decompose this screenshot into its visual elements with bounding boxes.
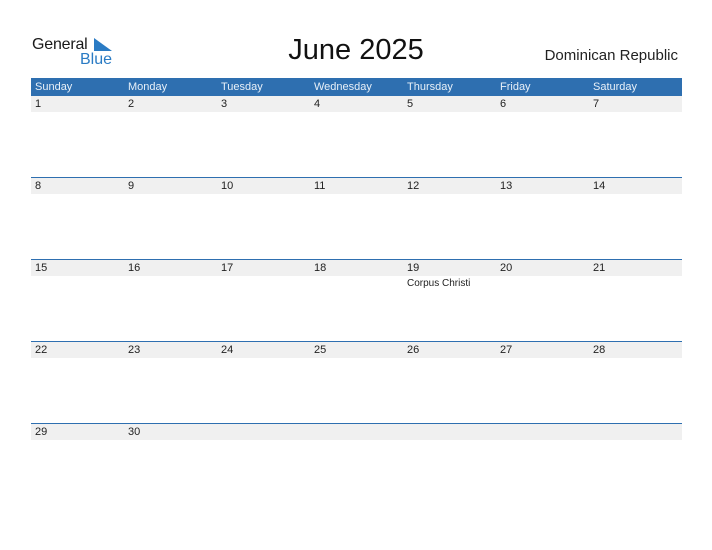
- day-number: 26: [407, 344, 420, 356]
- holiday-label: [403, 112, 496, 114]
- week-row: 22 23 24 25 26 27 28: [31, 341, 682, 423]
- day-number: 12: [407, 180, 420, 192]
- holiday-label: [124, 440, 217, 442]
- weekday-header: Sunday Monday Tuesday Wednesday Thursday…: [31, 78, 682, 96]
- day-number: 28: [593, 344, 606, 356]
- event-row: Corpus Christi: [31, 276, 682, 289]
- holiday-label: [217, 276, 310, 289]
- weekday-saturday: Saturday: [593, 81, 638, 93]
- holiday-label: [124, 112, 217, 114]
- day-number: 24: [221, 344, 234, 356]
- holiday-label: [310, 194, 403, 196]
- holiday-label: [403, 440, 496, 442]
- week-row: 29 30: [31, 423, 682, 505]
- event-row: [31, 112, 682, 114]
- holiday-label: [310, 112, 403, 114]
- day-number: 4: [314, 98, 321, 110]
- holiday-label: [589, 358, 682, 360]
- holiday-label: [217, 358, 310, 360]
- day-number: [217, 424, 310, 440]
- weekday-tuesday: Tuesday: [221, 81, 263, 93]
- weekday-friday: Friday: [500, 81, 531, 93]
- day-number: [496, 424, 589, 440]
- day-number: 5: [407, 98, 414, 110]
- day-number: 1: [35, 98, 42, 110]
- holiday-label: [31, 358, 124, 360]
- week-row: 1 2 3 4 5 6 7: [31, 96, 682, 177]
- weeks-container: 1 2 3 4 5 6 7 8 9 10 11 12 13 14 15 16 17 18 19 20 21 Corpus …: [31, 96, 682, 505]
- weekday-thursday: Thursday: [407, 81, 453, 93]
- day-number: 23: [128, 344, 141, 356]
- day-number: 20: [500, 262, 513, 274]
- event-row: [31, 358, 682, 360]
- holiday-label: [31, 276, 124, 289]
- calendar-grid: Sunday Monday Tuesday Wednesday Thursday…: [31, 78, 682, 505]
- holiday-label: [589, 112, 682, 114]
- day-number-row: 8 9 10 11 12 13 14: [31, 178, 682, 194]
- day-number: 30: [128, 426, 141, 438]
- day-number: 7: [593, 98, 600, 110]
- weekday-sunday: Sunday: [35, 81, 73, 93]
- holiday-label: [217, 112, 310, 114]
- holiday-label: [496, 440, 589, 442]
- event-row: [31, 440, 682, 442]
- day-number: 3: [221, 98, 228, 110]
- day-number-row: 15 16 17 18 19 20 21: [31, 260, 682, 276]
- holiday-label: [496, 358, 589, 360]
- day-number: 27: [500, 344, 513, 356]
- holiday-label: [31, 112, 124, 114]
- day-number: 22: [35, 344, 48, 356]
- holiday-label: [310, 358, 403, 360]
- holiday-label: [217, 440, 310, 442]
- day-number-row: 29 30: [31, 424, 682, 440]
- day-number: 18: [314, 262, 327, 274]
- holiday-label: [496, 276, 589, 289]
- day-number: 29: [35, 426, 48, 438]
- holiday-label: [31, 440, 124, 442]
- holiday-label: [217, 194, 310, 196]
- holiday-label: [589, 194, 682, 196]
- holiday-label: [31, 194, 124, 196]
- holiday-label: [310, 440, 403, 442]
- weekday-wednesday: Wednesday: [314, 81, 372, 93]
- day-number: 13: [500, 180, 513, 192]
- weekday-monday: Monday: [128, 81, 168, 93]
- day-number: 9: [128, 180, 135, 192]
- holiday-label: [310, 276, 403, 289]
- event-row: [31, 194, 682, 196]
- day-number: 19: [407, 262, 420, 274]
- day-number: 2: [128, 98, 135, 110]
- day-number: [403, 424, 496, 440]
- day-number: 6: [500, 98, 507, 110]
- holiday-label: [589, 276, 682, 289]
- day-number: 15: [35, 262, 48, 274]
- week-row: 15 16 17 18 19 20 21 Corpus Christi: [31, 259, 682, 341]
- holiday-label: [124, 358, 217, 360]
- day-number-row: 1 2 3 4 5 6 7: [31, 96, 682, 112]
- holiday-label: [124, 276, 217, 289]
- day-number: 8: [35, 180, 42, 192]
- holiday-label: [124, 194, 217, 196]
- holiday-label: [403, 194, 496, 196]
- day-number: [310, 424, 403, 440]
- holiday-label: [496, 194, 589, 196]
- holiday-label: Corpus Christi: [407, 278, 471, 289]
- day-number: 10: [221, 180, 234, 192]
- holiday-label: [589, 440, 682, 442]
- day-number-row: 22 23 24 25 26 27 28: [31, 342, 682, 358]
- day-number: 21: [593, 262, 606, 274]
- day-number: 11: [314, 180, 326, 192]
- day-number: [589, 424, 682, 440]
- day-number: 25: [314, 344, 327, 356]
- holiday-label: [496, 112, 589, 114]
- country-name: Dominican Republic: [544, 47, 678, 64]
- day-number: 14: [593, 180, 606, 192]
- holiday-label: [403, 358, 496, 360]
- day-number: 16: [128, 262, 141, 274]
- day-number: 17: [221, 262, 234, 274]
- week-row: 8 9 10 11 12 13 14: [31, 177, 682, 259]
